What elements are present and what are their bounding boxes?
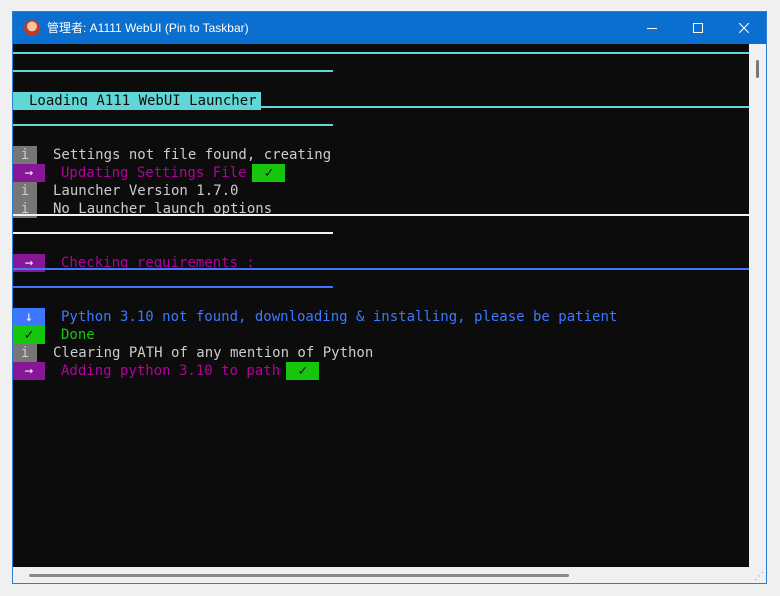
log-text: Clearing PATH of any mention of Python — [53, 345, 374, 361]
check-icon: ✓ — [286, 362, 320, 380]
separator-line — [13, 124, 333, 126]
arrow-down-icon: ↓ — [13, 308, 45, 326]
separator-line — [13, 106, 749, 108]
vertical-scrollbar[interactable] — [749, 44, 766, 567]
info-badge: i — [13, 182, 37, 200]
resize-grip-icon[interactable]: ⋰ — [754, 571, 764, 582]
check-icon: ✓ — [13, 326, 45, 344]
separator-line — [13, 232, 333, 234]
separator-line — [13, 286, 333, 288]
check-icon: ✓ — [252, 164, 286, 182]
log-text: Launcher Version 1.7.0 — [53, 183, 239, 199]
info-badge: i — [13, 146, 37, 164]
maximize-icon — [693, 23, 703, 33]
maximize-button[interactable] — [675, 12, 721, 44]
console-window: 管理者: A1111 WebUI (Pin to Taskbar) Loadin… — [12, 11, 767, 584]
title-bar[interactable]: 管理者: A1111 WebUI (Pin to Taskbar) — [13, 12, 766, 44]
log-text: Updating Settings File — [61, 165, 247, 181]
arrow-right-icon: → — [13, 362, 45, 380]
horizontal-scrollbar[interactable]: ⋰ — [13, 567, 766, 583]
close-button[interactable] — [721, 12, 766, 44]
log-text: Settings not file found, creating — [53, 147, 332, 163]
terminal-output[interactable]: Loading A111 WebUI Launcher i Settings n… — [13, 44, 749, 567]
separator-line — [13, 52, 749, 54]
separator-line — [13, 214, 749, 216]
app-avatar-icon — [24, 20, 40, 36]
log-text: Done — [61, 327, 95, 343]
close-icon — [739, 23, 749, 33]
minimize-button[interactable] — [629, 12, 675, 44]
window-title: 管理者: A1111 WebUI (Pin to Taskbar) — [47, 21, 249, 35]
log-text: Adding python 3.10 to path — [61, 363, 281, 379]
horizontal-scroll-thumb[interactable] — [29, 574, 569, 577]
vertical-scroll-thumb[interactable] — [756, 60, 759, 78]
separator-line — [13, 268, 749, 270]
minimize-icon — [647, 28, 657, 29]
log-message: Adding python 3.10 to path ✓ — [61, 362, 320, 380]
log-text: Python 3.10 not found, downloading & ins… — [61, 309, 618, 325]
log-message: Updating Settings File ✓ — [61, 164, 286, 182]
arrow-right-icon: → — [13, 164, 45, 182]
info-badge: i — [13, 344, 37, 362]
separator-line — [13, 70, 333, 72]
